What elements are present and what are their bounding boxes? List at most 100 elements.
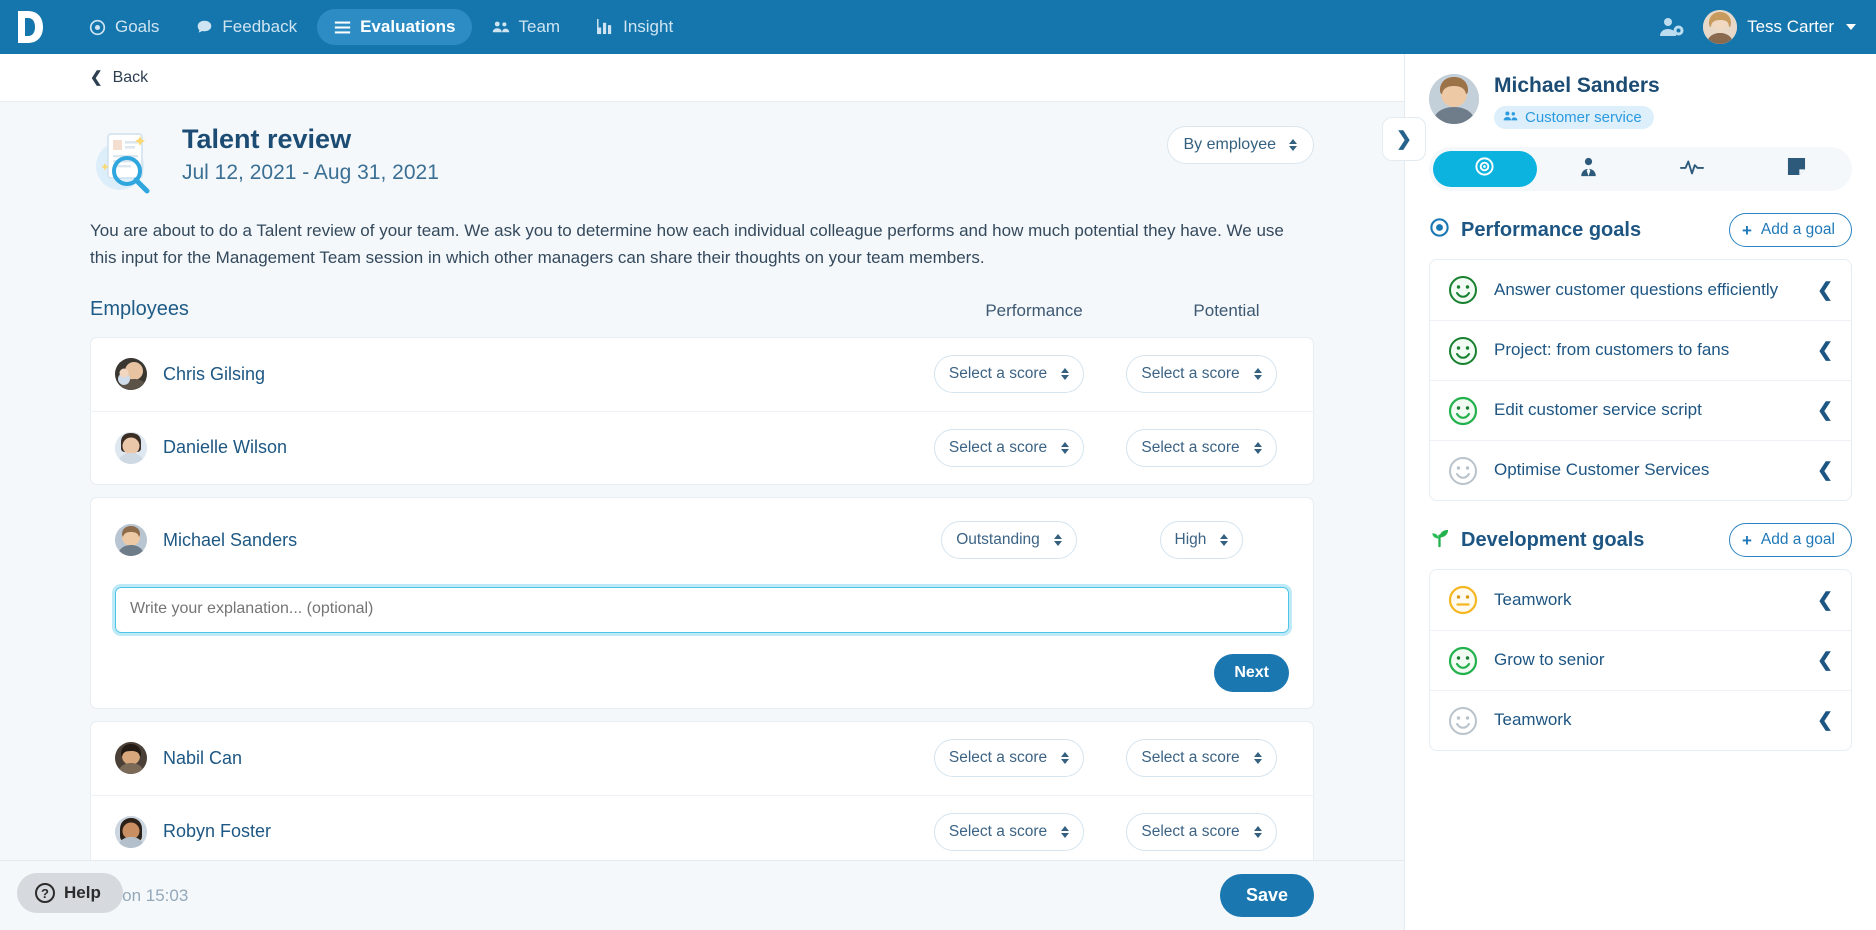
list-item[interactable]: Edit customer service script ❮	[1430, 380, 1851, 440]
smiley-happy-icon	[1448, 456, 1478, 486]
main-inner: Talent review Jul 12, 2021 - Aug 31, 202…	[0, 102, 1404, 860]
performance-score-select[interactable]: Outstanding	[941, 521, 1077, 560]
list-item[interactable]: Teamwork ❮	[1430, 690, 1851, 750]
performance-goals-title-wrap: Performance goals	[1429, 217, 1729, 244]
avatar	[115, 431, 147, 464]
person-gear-icon[interactable]	[1659, 16, 1685, 38]
nav-item-evaluations-label: Evaluations	[360, 17, 456, 36]
nav-item-evaluations[interactable]: Evaluations	[317, 9, 472, 45]
up-down-arrows-icon	[1061, 825, 1070, 838]
plus-icon: +	[1741, 530, 1752, 550]
potential-score-cell: Select a score	[1114, 812, 1289, 851]
chevron-left-icon[interactable]: ❮	[1817, 279, 1833, 302]
grouping-select[interactable]: By employee	[1166, 126, 1314, 164]
performance-goals-header: Performance goals + Add a goal	[1429, 213, 1852, 247]
potential-score-select[interactable]: Select a score	[1126, 739, 1277, 778]
chevron-left-icon[interactable]: ❮	[1817, 459, 1833, 482]
table-row-expanded[interactable]: Michael Sanders Outstanding High	[91, 504, 1313, 577]
help-button-label: Help	[64, 883, 101, 902]
development-goals-title-wrap: Development goals	[1429, 527, 1729, 554]
smiley-happy-icon	[1448, 336, 1478, 366]
potential-score-select[interactable]: Select a score	[1126, 812, 1277, 851]
up-down-arrows-icon	[1061, 368, 1070, 381]
employee-name-cell: Michael Sanders	[115, 524, 914, 557]
performance-score-select[interactable]: Select a score	[933, 428, 1085, 467]
tab-goals[interactable]	[1433, 151, 1537, 187]
employee-name-cell: Danielle Wilson	[115, 431, 914, 464]
hamburger-list-icon	[333, 18, 351, 36]
review-daterange: Jul 12, 2021 - Aug 31, 2021	[182, 161, 439, 185]
list-item[interactable]: Optimise Customer Services ❮	[1430, 440, 1851, 500]
review-title-block: Talent review Jul 12, 2021 - Aug 31, 202…	[182, 124, 439, 185]
chevron-left-icon[interactable]: ❮	[1817, 339, 1833, 362]
performance-score-select[interactable]: Select a score	[933, 739, 1085, 778]
chevron-left-icon[interactable]: ❮	[1817, 709, 1833, 732]
chevron-left-icon[interactable]: ❮	[1817, 649, 1833, 672]
question-circle-icon: ?	[35, 883, 55, 903]
back-button[interactable]: ❮ Back	[90, 69, 148, 87]
smiley-neutral-icon	[1448, 585, 1478, 615]
column-header-potential: Potential	[1193, 300, 1260, 320]
help-button[interactable]: ? Help	[17, 873, 123, 913]
table-row[interactable]: Robyn Foster Select a score Select a sco…	[91, 794, 1313, 860]
chevron-left-icon[interactable]: ❮	[1817, 589, 1833, 612]
page-title: Talent review	[182, 124, 352, 154]
potential-score-value: Select a score	[1141, 365, 1240, 383]
employee-name-label: Michael Sanders	[163, 529, 298, 550]
chevron-right-icon: ❯	[1396, 128, 1412, 150]
nav-item-feedback[interactable]: Feedback	[179, 9, 313, 45]
add-performance-goal-button[interactable]: + Add a goal	[1728, 213, 1852, 247]
employee-name-label: Danielle Wilson	[163, 437, 288, 458]
performance-score-value: Outstanding	[956, 531, 1040, 549]
tab-activity[interactable]	[1641, 151, 1745, 187]
performance-score-cell: Outstanding	[914, 521, 1104, 560]
table-row[interactable]: Nabil Can Select a score Select a score	[91, 722, 1313, 795]
panel-person-header: Michael Sanders Customer service	[1405, 54, 1876, 129]
up-down-arrows-icon	[1061, 441, 1070, 454]
chevron-left-icon[interactable]: ❮	[1817, 399, 1833, 422]
next-button[interactable]: Next	[1214, 653, 1289, 692]
potential-score-select[interactable]: Select a score	[1126, 355, 1277, 394]
user-menu[interactable]: Tess Carter	[1703, 10, 1856, 44]
nav-item-feedback-label: Feedback	[222, 17, 298, 36]
avatar	[1703, 10, 1738, 44]
letter-d-logo[interactable]	[0, 0, 58, 54]
up-down-arrows-icon	[1253, 441, 1262, 454]
detail-side-panel: Michael Sanders Customer service Perform…	[1404, 54, 1876, 930]
pulse-icon	[1680, 158, 1705, 181]
top-navigation-bar: Goals Feedback Evaluations Team Insight	[0, 0, 1876, 54]
table-row[interactable]: Danielle Wilson Select a score Select a …	[91, 410, 1313, 484]
save-button[interactable]: Save	[1219, 874, 1314, 917]
list-item[interactable]: Project: from customers to fans ❮	[1430, 320, 1851, 380]
performance-goals-title: Performance goals	[1461, 218, 1642, 241]
potential-score-value: Select a score	[1141, 822, 1240, 840]
list-item[interactable]: Answer customer questions efficiently ❮	[1430, 260, 1851, 320]
add-development-goal-button[interactable]: + Add a goal	[1728, 523, 1852, 557]
nav-item-insight[interactable]: Insight	[580, 9, 689, 45]
performance-score-select[interactable]: Select a score	[933, 812, 1085, 851]
nav-item-team[interactable]: Team	[476, 9, 577, 45]
explanation-input[interactable]	[112, 583, 1292, 636]
panel-toggle-button[interactable]: ❯	[1382, 117, 1426, 161]
list-item[interactable]: Teamwork ❮	[1430, 570, 1851, 630]
nav-right-group: Tess Carter	[1659, 10, 1876, 44]
person-tie-icon	[1579, 157, 1598, 182]
nav-item-goals[interactable]: Goals	[72, 9, 175, 45]
goal-label: Optimise Customer Services	[1494, 460, 1710, 480]
potential-score-select[interactable]: High	[1159, 521, 1244, 560]
table-row[interactable]: Chris Gilsing Select a score Select a sc…	[91, 338, 1313, 411]
tab-notes[interactable]	[1744, 151, 1848, 187]
smiley-happy-icon	[1448, 396, 1478, 426]
target-icon	[1429, 217, 1450, 244]
tab-profile[interactable]	[1537, 151, 1641, 187]
column-header-performance: Performance	[985, 300, 1083, 320]
employee-name-cell: Chris Gilsing	[115, 358, 914, 391]
performance-score-value: Select a score	[948, 822, 1048, 840]
list-item[interactable]: Grow to senior ❮	[1430, 630, 1851, 690]
status-badge: Customer service	[1494, 106, 1654, 129]
next-button-row: Next	[91, 638, 1313, 692]
potential-score-select[interactable]: Select a score	[1126, 428, 1277, 467]
development-goals-list: Teamwork ❮ Grow to senior ❮ Teamwork ❮	[1429, 569, 1852, 751]
performance-score-select[interactable]: Select a score	[933, 355, 1085, 394]
up-down-arrows-icon	[1289, 139, 1297, 151]
